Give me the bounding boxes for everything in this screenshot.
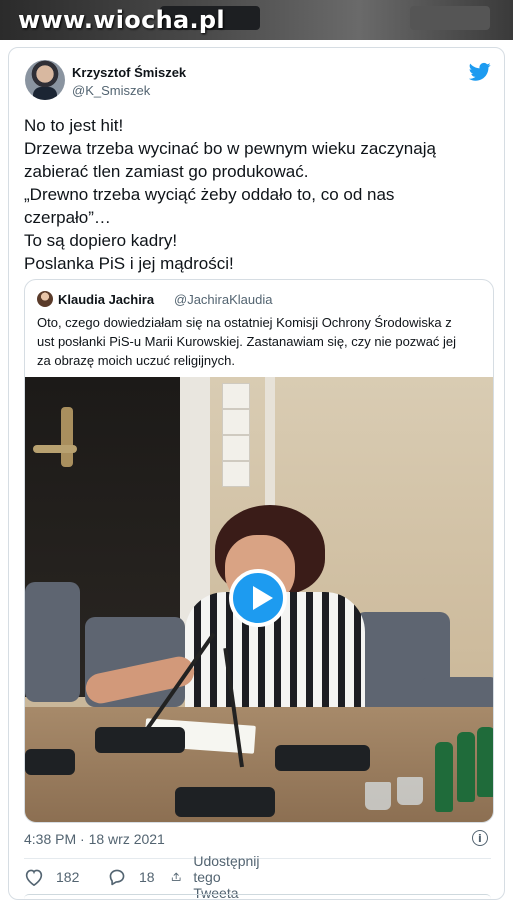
tweet-body: No to jest hit! Drzewa trzeba wycinać bo… [24, 114, 494, 275]
glass-shape [365, 782, 391, 810]
author-name[interactable]: Krzysztof Śmiszek [72, 65, 186, 80]
tweet-line: czerpało”… [24, 208, 111, 227]
like-count: 182 [56, 869, 80, 885]
tweet-line: To są dopiero kadry! [24, 231, 178, 250]
info-icon[interactable]: i [472, 830, 488, 846]
quoted-author-name[interactable]: Klaudia Jachira [58, 292, 154, 307]
site-watermark: www.wiocha.pl [18, 6, 225, 34]
quoted-line: ust posłanki PiS-u Marii Kurowskiej. Zas… [37, 334, 457, 349]
play-button[interactable] [229, 569, 287, 627]
microphone-shape [410, 6, 490, 30]
quoted-author-avatar[interactable] [37, 291, 53, 307]
light-switch-shape [222, 409, 250, 435]
author-handle[interactable]: @K_Smiszek [72, 83, 150, 98]
tweet-line: „Drewno trzeba wyciąć żeby oddało to, co… [24, 185, 395, 204]
tweet-line: Drzewa trzeba wycinać bo w pewnym wieku … [24, 139, 436, 158]
glass-shape [397, 777, 423, 805]
tweet-card[interactable]: Krzysztof Śmiszek @K_Smiszek No to jest … [8, 47, 505, 901]
reply-bubble-icon [109, 869, 125, 886]
background-photo-strip: www.wiocha.pl [0, 0, 513, 40]
quoted-line: Oto, czego dowiedziałam się na ostatniej… [37, 315, 452, 330]
tweet-line: No to jest hit! [24, 116, 124, 135]
share-icon [171, 872, 181, 881]
play-icon [253, 586, 273, 610]
reply-button[interactable]: 18 [107, 866, 155, 888]
quoted-tweet[interactable]: Klaudia Jachira @JachiraKlaudia Oto, cze… [24, 279, 494, 823]
microphone-base-shape [175, 787, 275, 817]
tweet-timestamp[interactable]: 4:38 PM · 18 wrz 2021 [24, 831, 165, 847]
quoted-line: za obrazę moich uczuć religijnych. [37, 353, 235, 368]
microphone-base-shape [95, 727, 185, 753]
light-switch-shape [222, 461, 250, 487]
next-item-edge [24, 894, 491, 899]
bottle-shape [435, 742, 453, 812]
video-thumbnail[interactable] [25, 377, 493, 822]
light-switch-shape [222, 435, 250, 461]
twitter-bird-icon[interactable] [469, 62, 491, 82]
bottle-shape [477, 727, 493, 797]
author-avatar[interactable] [25, 60, 65, 100]
quoted-tweet-body: Oto, czego dowiedziałam się na ostatniej… [37, 313, 487, 370]
bottle-shape [457, 732, 475, 802]
tweet-line: Poslanka PiS i jej mądrości! [24, 254, 234, 273]
quoted-author-handle[interactable]: @JachiraKlaudia [174, 292, 272, 307]
microphone-base-shape [275, 745, 370, 771]
light-switch-shape [222, 383, 250, 409]
wall-panel-shape [265, 377, 275, 507]
share-button[interactable]: Udostępnij tego Tweeta [171, 853, 269, 901]
tweet-line: zabierać tlen zamiast go produkować. [24, 162, 309, 181]
microphone-base-shape [25, 749, 75, 775]
reply-count: 18 [139, 869, 155, 885]
like-button[interactable]: 182 [24, 866, 79, 888]
chair-shape [25, 582, 80, 702]
heart-icon [25, 869, 43, 886]
